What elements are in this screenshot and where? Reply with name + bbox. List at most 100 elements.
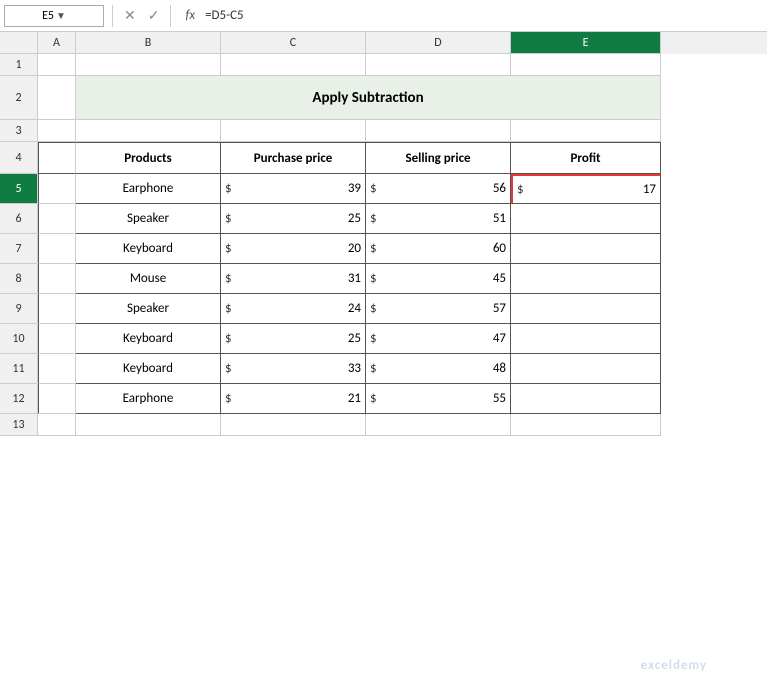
cancel-icon[interactable]: ✕ <box>121 7 139 24</box>
cell-a10[interactable] <box>38 324 76 354</box>
column-headers: A B C D E <box>0 32 767 54</box>
cell-a8[interactable] <box>38 264 76 294</box>
cell-b11[interactable]: Keyboard <box>76 354 221 384</box>
cell-e9[interactable] <box>511 294 661 324</box>
cell-c4-header[interactable]: Purchase price <box>221 142 366 174</box>
cell-d6[interactable]: $ 51 <box>366 204 511 234</box>
row-7: 7 Keyboard $ 20 $ 60 <box>0 234 767 264</box>
product-name-5: Earphone <box>123 181 174 196</box>
cell-b9[interactable]: Speaker <box>76 294 221 324</box>
cell-c11[interactable]: $ 33 <box>221 354 366 384</box>
row-num-7: 7 <box>0 234 38 264</box>
spreadsheet: A B C D E 1 2 Apply Subtraction 3 <box>0 32 767 653</box>
row-13: 13 <box>0 414 767 436</box>
col-header-d[interactable]: D <box>366 32 511 54</box>
cell-c6[interactable]: $ 25 <box>221 204 366 234</box>
cell-b4-header[interactable]: Products <box>76 142 221 174</box>
cell-d5[interactable]: $ 56 <box>366 174 511 204</box>
cell-d8[interactable]: $ 45 <box>366 264 511 294</box>
cell-e13[interactable] <box>511 414 661 436</box>
col-header-c[interactable]: C <box>221 32 366 54</box>
purchase-price-9: 24 <box>236 301 361 316</box>
rows-area: 1 2 Apply Subtraction 3 4 <box>0 54 767 653</box>
cell-e10[interactable] <box>511 324 661 354</box>
cell-d9[interactable]: $ 57 <box>366 294 511 324</box>
purchase-price-5: 39 <box>236 181 361 196</box>
row-num-10: 10 <box>0 324 38 354</box>
row-num-12: 12 <box>0 384 38 414</box>
cell-d10[interactable]: $ 47 <box>366 324 511 354</box>
cell-e1[interactable] <box>511 54 661 76</box>
product-name-8: Mouse <box>130 271 166 286</box>
cell-d1[interactable] <box>366 54 511 76</box>
cell-b5[interactable]: Earphone <box>76 174 221 204</box>
cell-d3[interactable] <box>366 120 511 142</box>
cell-a5[interactable] <box>38 174 76 204</box>
row-3: 3 <box>0 120 767 142</box>
cell-e11[interactable] <box>511 354 661 384</box>
cell-e8[interactable] <box>511 264 661 294</box>
cell-b13[interactable] <box>76 414 221 436</box>
cell-b6[interactable]: Speaker <box>76 204 221 234</box>
name-box-arrow[interactable]: ▼ <box>56 9 66 22</box>
cell-a12[interactable] <box>38 384 76 414</box>
cell-a1[interactable] <box>38 54 76 76</box>
row-num-1: 1 <box>0 54 38 76</box>
cell-d12[interactable]: $ 55 <box>366 384 511 414</box>
cell-c10[interactable]: $ 25 <box>221 324 366 354</box>
formula-divider <box>112 5 113 27</box>
cell-b10[interactable]: Keyboard <box>76 324 221 354</box>
cell-b3[interactable] <box>76 120 221 142</box>
selling-price-11: 48 <box>381 361 506 376</box>
cell-c1[interactable] <box>221 54 366 76</box>
cell-a9[interactable] <box>38 294 76 324</box>
row-12: 12 Earphone $ 21 $ 55 <box>0 384 767 414</box>
title-cell[interactable]: Apply Subtraction <box>76 76 661 120</box>
cell-b12[interactable]: Earphone <box>76 384 221 414</box>
cell-e12[interactable] <box>511 384 661 414</box>
cell-d7[interactable]: $ 60 <box>366 234 511 264</box>
purchase-price-12: 21 <box>236 391 361 406</box>
cell-a13[interactable] <box>38 414 76 436</box>
product-name-11: Keyboard <box>123 361 173 376</box>
cell-a11[interactable] <box>38 354 76 384</box>
selling-price-12: 55 <box>381 391 506 406</box>
confirm-icon[interactable]: ✓ <box>145 7 163 24</box>
purchase-price-8: 31 <box>236 271 361 286</box>
cell-d4-header[interactable]: Selling price <box>366 142 511 174</box>
selling-price-6: 51 <box>381 211 506 226</box>
cell-b7[interactable]: Keyboard <box>76 234 221 264</box>
cell-c9[interactable]: $ 24 <box>221 294 366 324</box>
cell-e7[interactable] <box>511 234 661 264</box>
cell-d13[interactable] <box>366 414 511 436</box>
cell-e5[interactable]: $ 17 <box>511 174 661 204</box>
cell-c12[interactable]: $ 21 <box>221 384 366 414</box>
cell-e4-header[interactable]: Profit <box>511 142 661 174</box>
row-num-2: 2 <box>0 76 38 120</box>
cell-c7[interactable]: $ 20 <box>221 234 366 264</box>
cell-c3[interactable] <box>221 120 366 142</box>
cell-e3[interactable] <box>511 120 661 142</box>
cell-a2[interactable] <box>38 76 76 120</box>
cell-b1[interactable] <box>76 54 221 76</box>
cell-a7[interactable] <box>38 234 76 264</box>
col-header-a[interactable]: A <box>38 32 76 54</box>
cell-c8[interactable]: $ 31 <box>221 264 366 294</box>
row-num-6: 6 <box>0 204 38 234</box>
purchase-price-header: Purchase price <box>254 151 333 166</box>
cell-a4[interactable] <box>38 142 76 174</box>
cell-c13[interactable] <box>221 414 366 436</box>
row-num-8: 8 <box>0 264 38 294</box>
col-header-e[interactable]: E <box>511 32 661 54</box>
cell-a6[interactable] <box>38 204 76 234</box>
cell-a3[interactable] <box>38 120 76 142</box>
name-box[interactable]: E5 ▼ <box>4 5 104 27</box>
row-num-11: 11 <box>0 354 38 384</box>
formula-input[interactable]: =D5-C5 <box>205 8 763 23</box>
col-header-b[interactable]: B <box>76 32 221 54</box>
cell-e6[interactable] <box>511 204 661 234</box>
row-4: 4 Products Purchase price Selling price … <box>0 142 767 174</box>
cell-b8[interactable]: Mouse <box>76 264 221 294</box>
cell-c5[interactable]: $ 39 <box>221 174 366 204</box>
cell-d11[interactable]: $ 48 <box>366 354 511 384</box>
